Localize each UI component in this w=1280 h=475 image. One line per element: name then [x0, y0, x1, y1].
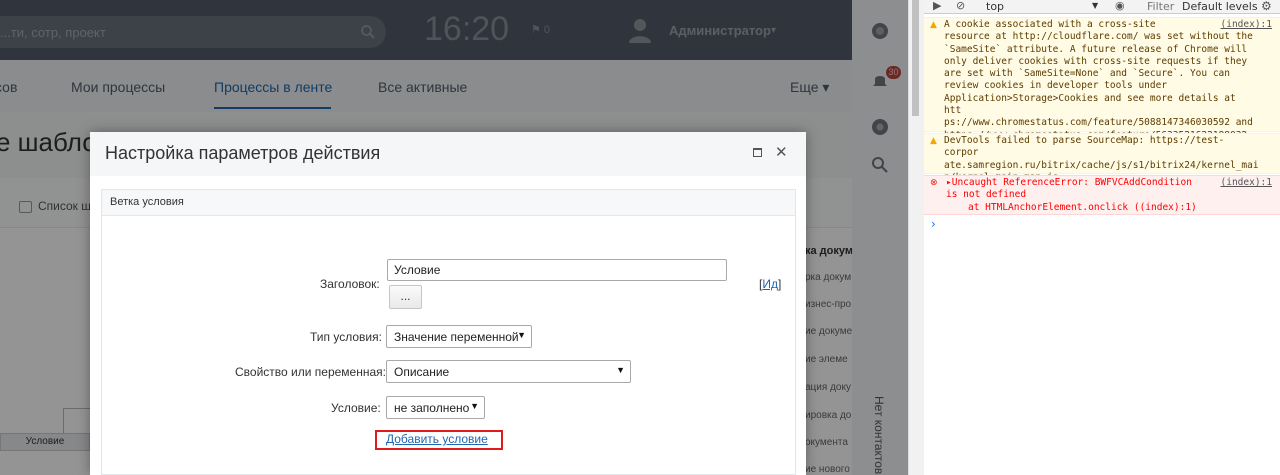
context-selector[interactable]: top: [986, 0, 1004, 13]
id-link-wrapper: [Ид]: [759, 277, 781, 291]
property-select[interactable]: Описание ▼: [386, 360, 631, 383]
sidebar-overlay: [852, 0, 908, 475]
message-line: ▸Uncaught ReferenceError: BWFVCAddCondit…: [946, 177, 1192, 188]
property-value: Описание: [394, 365, 450, 379]
message-line: DevTools failed to parse SourceMap: http…: [944, 135, 1225, 159]
console-warning-message: ▲ DevTools failed to parse SourceMap: ht…: [924, 133, 1280, 183]
message-line: A cookie associated with a cross-site: [944, 19, 1156, 30]
console-prompt[interactable]: ›: [931, 217, 936, 231]
dialog-title: Настройка параметров действия: [105, 143, 381, 163]
title-label: Заголовок:: [320, 277, 380, 291]
console-toolbar: ▶ ⊘ top ▼ ◉ Filter Default levels ⚙: [924, 0, 1280, 14]
bracket-close: ]: [777, 277, 782, 291]
property-label: Свойство или переменная:: [235, 365, 386, 379]
action-settings-dialog: Настройка параметров действия ✕ Ветка ус…: [90, 132, 806, 475]
message-line: ps://www.chromestatus.com/feature/508814…: [944, 117, 1253, 129]
devtools-console: ▶ ⊘ top ▼ ◉ Filter Default levels ⚙ ▲ (i…: [924, 0, 1280, 475]
message-line: is not defined: [946, 189, 1027, 201]
chevron-down-icon[interactable]: ▼: [1092, 1, 1098, 10]
panel-header: Ветка условия: [102, 190, 795, 216]
add-condition-link[interactable]: Добавить условие: [386, 432, 488, 446]
condition-type-label: Тип условия:: [310, 330, 382, 344]
condition-type-select[interactable]: Значение переменной ▼: [386, 325, 532, 348]
eye-icon[interactable]: ◉: [1115, 0, 1125, 12]
condition-type-value: Значение переменной: [394, 330, 519, 344]
message-line: only deliver cookies with cross-site req…: [944, 55, 1248, 67]
console-error-message: ⊗ (index):1 ▸Uncaught ReferenceError: BW…: [924, 175, 1280, 215]
warning-icon: ▲: [930, 20, 937, 30]
panel-title: Ветка условия: [110, 196, 184, 208]
gear-icon[interactable]: ⚙: [1261, 0, 1272, 13]
message-line: resource at http://cloudflare.com/ was s…: [944, 31, 1253, 43]
insert-value-button[interactable]: ...: [389, 285, 422, 309]
maximize-icon[interactable]: [753, 148, 762, 157]
console-warning-message: ▲ (index):1 A cookie associated with a c…: [924, 17, 1280, 141]
console-filter-input[interactable]: Filter: [1147, 0, 1174, 13]
message-line: are set with `SameSite=None` and `Secure…: [944, 68, 1230, 80]
message-line: review cookies in developer tools under: [944, 80, 1168, 92]
message-line: ate.samregion.ru/bitrix/cache/js/s1/bitr…: [944, 159, 1259, 171]
id-link[interactable]: Ид: [762, 277, 778, 291]
error-icon: ⊗: [930, 178, 938, 188]
message-line: `SameSite` attribute. A future release o…: [944, 43, 1248, 55]
condition-operator-value: не заполнено: [394, 401, 470, 415]
sidebar-toggle-icon[interactable]: ▶: [933, 0, 941, 12]
scrollbar-thumb[interactable]: [912, 0, 919, 116]
log-levels-dropdown[interactable]: Default levels: [1182, 0, 1258, 13]
message-text: A cookie associated with a cross-site re…: [944, 19, 1256, 142]
condition-operator-select[interactable]: не заполнено ▼: [386, 396, 485, 419]
clear-console-icon[interactable]: ⊘: [956, 0, 965, 12]
dialog-header: Настройка параметров действия ✕: [90, 132, 806, 176]
message-text[interactable]: ▸Uncaught ReferenceError: BWFVCAddCondit…: [946, 177, 1258, 214]
dropdown-arrow-icon: ▼: [616, 365, 625, 375]
title-input[interactable]: [387, 259, 727, 281]
dropdown-arrow-icon: ▼: [470, 401, 479, 411]
close-icon[interactable]: ✕: [775, 145, 788, 160]
bitrix-app-viewport: ...ти, сотр, проект 16:20 ⚑ 0 Администра…: [0, 0, 908, 475]
condition-label: Условие:: [331, 401, 381, 415]
stack-trace-line[interactable]: at HTMLAnchorElement.onclick ((index):1): [946, 202, 1258, 214]
warning-icon: ▲: [930, 136, 937, 146]
dropdown-arrow-icon: ▼: [517, 330, 526, 340]
message-line: Application>Storage>Cookies and see more…: [944, 92, 1236, 117]
